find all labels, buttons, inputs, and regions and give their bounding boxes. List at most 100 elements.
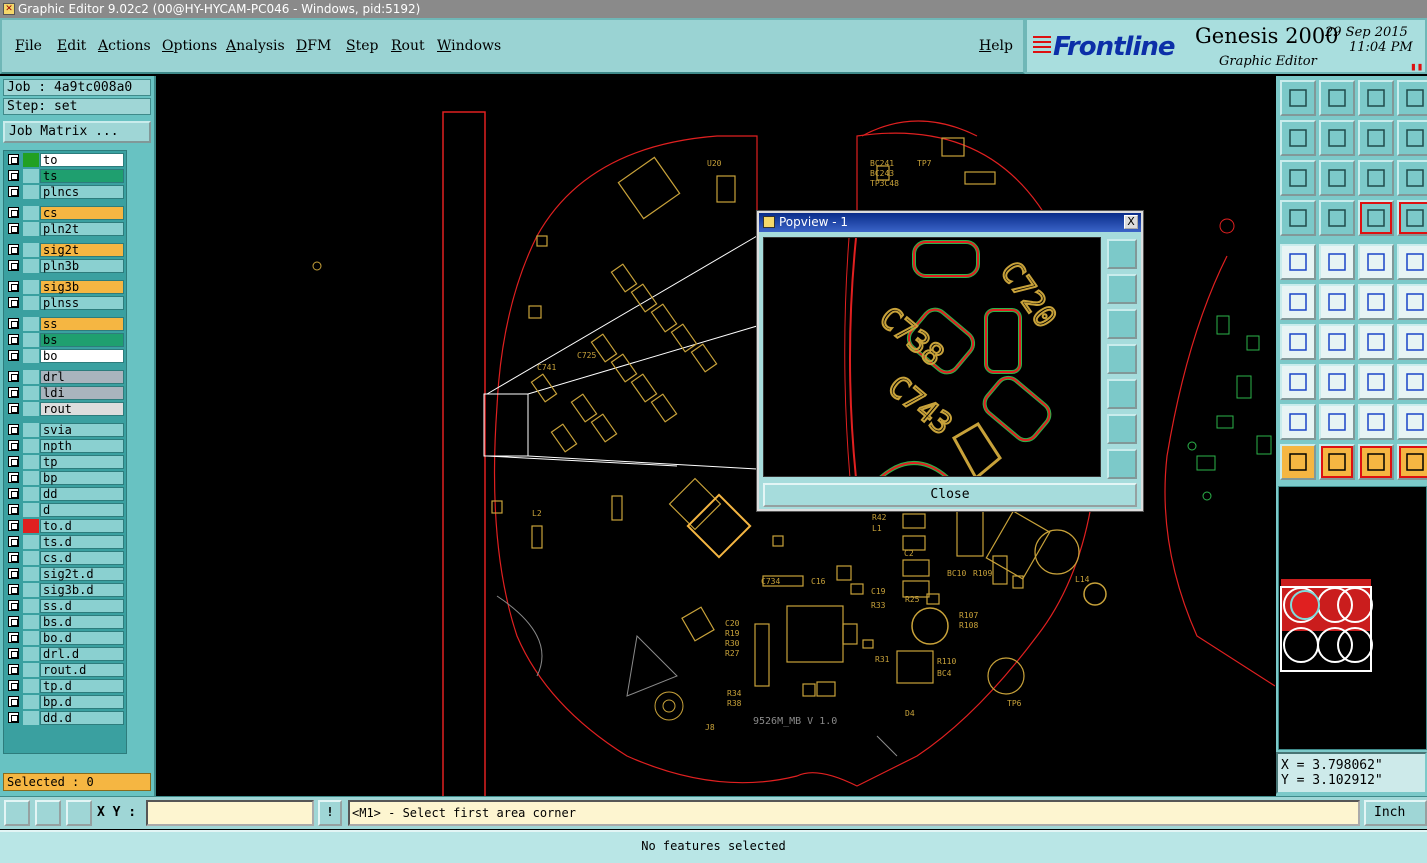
arch-icon[interactable] (1358, 404, 1394, 440)
layer-name[interactable]: bo.d (40, 631, 124, 645)
layer-color-swatch[interactable] (23, 695, 39, 709)
menu-rout[interactable]: Rout (391, 38, 425, 54)
popview-canvas[interactable]: C720 C738 C743 (763, 237, 1101, 477)
layer-name[interactable]: bp (40, 471, 124, 485)
layer-name[interactable]: bs (40, 333, 124, 347)
layer-name[interactable]: to (40, 153, 124, 167)
layer-name[interactable]: ldi (40, 386, 124, 400)
layer-checkbox[interactable] (8, 600, 19, 611)
layer-row-rout-d[interactable]: rout.d (6, 663, 124, 677)
ruler-icon[interactable] (1358, 244, 1394, 280)
layer-color-swatch[interactable] (23, 663, 39, 677)
layer-row-bo[interactable]: bo (6, 349, 124, 363)
poly-icon[interactable] (1397, 404, 1427, 440)
layer-color-swatch[interactable] (23, 370, 39, 384)
layer-name[interactable]: drl.d (40, 647, 124, 661)
step-left-icon[interactable] (1280, 120, 1316, 156)
net-icon[interactable] (1397, 200, 1427, 236)
close-icon[interactable]: X (1124, 215, 1138, 229)
shape-icon[interactable] (1397, 364, 1427, 400)
layer-name[interactable]: sig2t.d (40, 567, 124, 581)
line-icon[interactable] (1319, 324, 1355, 360)
layer-row-sig3b[interactable]: sig3b (6, 280, 124, 294)
layer-row-bs-d[interactable]: bs.d (6, 615, 124, 629)
zoom-in-icon[interactable] (1107, 414, 1137, 444)
layer-row-ts[interactable]: ts (6, 169, 124, 183)
layer-color-swatch[interactable] (23, 349, 39, 363)
layer-row-ldi[interactable]: ldi (6, 386, 124, 400)
layer-row-ts-d[interactable]: ts.d (6, 535, 124, 549)
layer-color-swatch[interactable] (23, 243, 39, 257)
layer-name[interactable]: rout.d (40, 663, 124, 677)
measure-icon[interactable] (1358, 364, 1394, 400)
menu-edit[interactable]: Edit (57, 38, 86, 54)
layer-name[interactable]: d (40, 503, 124, 517)
rotate-icon[interactable] (1358, 324, 1394, 360)
select-arrow-icon[interactable] (1280, 444, 1316, 480)
layer-color-swatch[interactable] (23, 423, 39, 437)
layer-name[interactable]: sig3b.d (40, 583, 124, 597)
layer-name[interactable]: dd.d (40, 711, 124, 725)
layer-row-to[interactable]: to (6, 153, 124, 167)
slash-icon[interactable] (1319, 244, 1355, 280)
layer-name[interactable]: dd (40, 487, 124, 501)
layer-checkbox[interactable] (8, 488, 19, 499)
layer-color-swatch[interactable] (23, 333, 39, 347)
layer-row-rout[interactable]: rout (6, 402, 124, 416)
layer-name[interactable]: plnss (40, 296, 124, 310)
pan-right-icon[interactable] (1107, 379, 1137, 409)
layer-color-swatch[interactable] (23, 487, 39, 501)
layer-color-swatch[interactable] (23, 386, 39, 400)
zoom-out-icon[interactable] (1107, 449, 1137, 479)
menu-step[interactable]: Step (346, 38, 378, 54)
fit-icon[interactable] (1280, 160, 1316, 196)
layer-checkbox[interactable] (8, 712, 19, 723)
layer-row-sig2t-d[interactable]: sig2t.d (6, 567, 124, 581)
layer-name[interactable]: ss.d (40, 599, 124, 613)
layer-row-ss[interactable]: ss (6, 317, 124, 331)
layer-row-ss-d[interactable]: ss.d (6, 599, 124, 613)
layer-checkbox[interactable] (8, 154, 19, 165)
layer-name[interactable]: sig3b (40, 280, 124, 294)
layer-checkbox[interactable] (8, 536, 19, 547)
layer-row-pln3b[interactable]: pln3b (6, 259, 124, 273)
layer-row-cs[interactable]: cs (6, 206, 124, 220)
menu-analysis[interactable]: Analysis (226, 38, 285, 54)
layer-row-bp-d[interactable]: bp.d (6, 695, 124, 709)
layer-row-dd[interactable]: dd (6, 487, 124, 501)
layer-checkbox[interactable] (8, 297, 19, 308)
step-right-icon[interactable] (1319, 120, 1355, 156)
layer-name[interactable]: ss (40, 317, 124, 331)
layer-color-swatch[interactable] (23, 185, 39, 199)
snap-icon[interactable] (1358, 200, 1394, 236)
layer-row-drl[interactable]: drl (6, 370, 124, 384)
layer-color-swatch[interactable] (23, 206, 39, 220)
layer-row-dd-d[interactable]: dd.d (6, 711, 124, 725)
layer-row-pln2t[interactable]: pln2t (6, 222, 124, 236)
layer-name[interactable]: plncs (40, 185, 124, 199)
layer-color-swatch[interactable] (23, 259, 39, 273)
cross-icon[interactable] (1319, 284, 1355, 320)
layer-checkbox[interactable] (8, 244, 19, 255)
layer-checkbox[interactable] (8, 371, 19, 382)
arc-icon[interactable] (1319, 404, 1355, 440)
layer-row-sig3b-d[interactable]: sig3b.d (6, 583, 124, 597)
layer-name[interactable]: bp.d (40, 695, 124, 709)
overview-map[interactable] (1278, 486, 1427, 750)
grid-icon[interactable] (1319, 200, 1355, 236)
layer-color-swatch[interactable] (23, 503, 39, 517)
layer-checkbox[interactable] (8, 472, 19, 483)
layer-checkbox[interactable] (8, 440, 19, 451)
layer-checkbox[interactable] (8, 403, 19, 414)
menu-file[interactable]: File (15, 38, 42, 54)
cut-icon[interactable] (1319, 364, 1355, 400)
pad-icon[interactable] (1397, 244, 1427, 280)
layer-row-tp-d[interactable]: tp.d (6, 679, 124, 693)
select-area-icon[interactable] (1280, 364, 1316, 400)
undo-icon[interactable] (1358, 120, 1394, 156)
layer-checkbox[interactable] (8, 281, 19, 292)
home-icon[interactable] (1358, 80, 1394, 116)
menu-help[interactable]: Help (979, 38, 1013, 54)
layer-checkbox[interactable] (8, 584, 19, 595)
layer-color-swatch[interactable] (23, 567, 39, 581)
